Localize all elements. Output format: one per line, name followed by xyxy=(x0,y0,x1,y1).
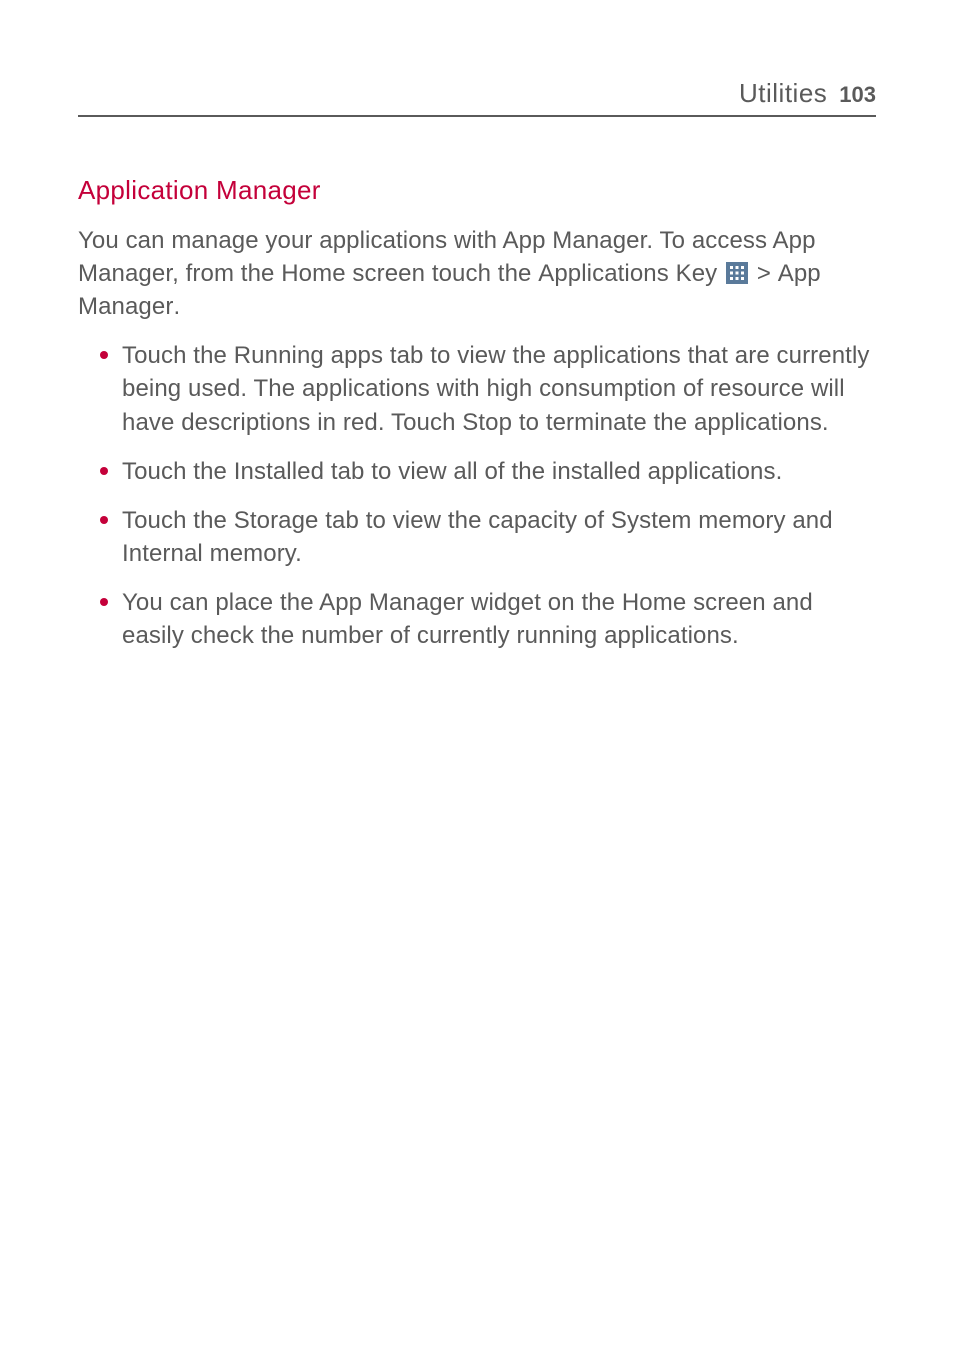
bullet-list: Touch the Running apps tab to view the a… xyxy=(78,339,876,652)
intro-sep: > xyxy=(750,260,778,287)
bullet-text: Touch the xyxy=(122,458,234,485)
section-title: Application Manager xyxy=(78,175,876,206)
running-apps-label: Running apps xyxy=(234,342,383,369)
bullet-text: You can place the App Manager widget on … xyxy=(122,589,813,649)
list-item: Touch the Running apps tab to view the a… xyxy=(122,339,876,438)
applications-key-label: Applications Key xyxy=(538,260,717,287)
intro-end: . xyxy=(173,293,180,320)
applications-key-icon xyxy=(726,262,748,284)
page-container: Utilities 103 Application Manager You ca… xyxy=(0,0,954,652)
stop-label: Stop xyxy=(462,409,512,436)
bullet-text: Touch the xyxy=(122,507,234,534)
list-item: You can place the App Manager widget on … xyxy=(122,586,876,652)
header-section-name: Utilities xyxy=(739,78,827,109)
list-item: Touch the Storage tab to view the capaci… xyxy=(122,504,876,570)
bullet-text: Touch the xyxy=(122,342,234,369)
header-page-number: 103 xyxy=(839,82,876,108)
page-header: Utilities 103 xyxy=(78,78,876,117)
bullet-text: tab to view all of the installed applica… xyxy=(324,458,782,485)
storage-label: Storage xyxy=(234,507,319,534)
bullet-text: to terminate the applications. xyxy=(512,409,829,436)
installed-label: Installed xyxy=(234,458,324,485)
intro-paragraph: You can manage your applications with Ap… xyxy=(78,224,876,323)
list-item: Touch the Installed tab to view all of t… xyxy=(122,455,876,488)
